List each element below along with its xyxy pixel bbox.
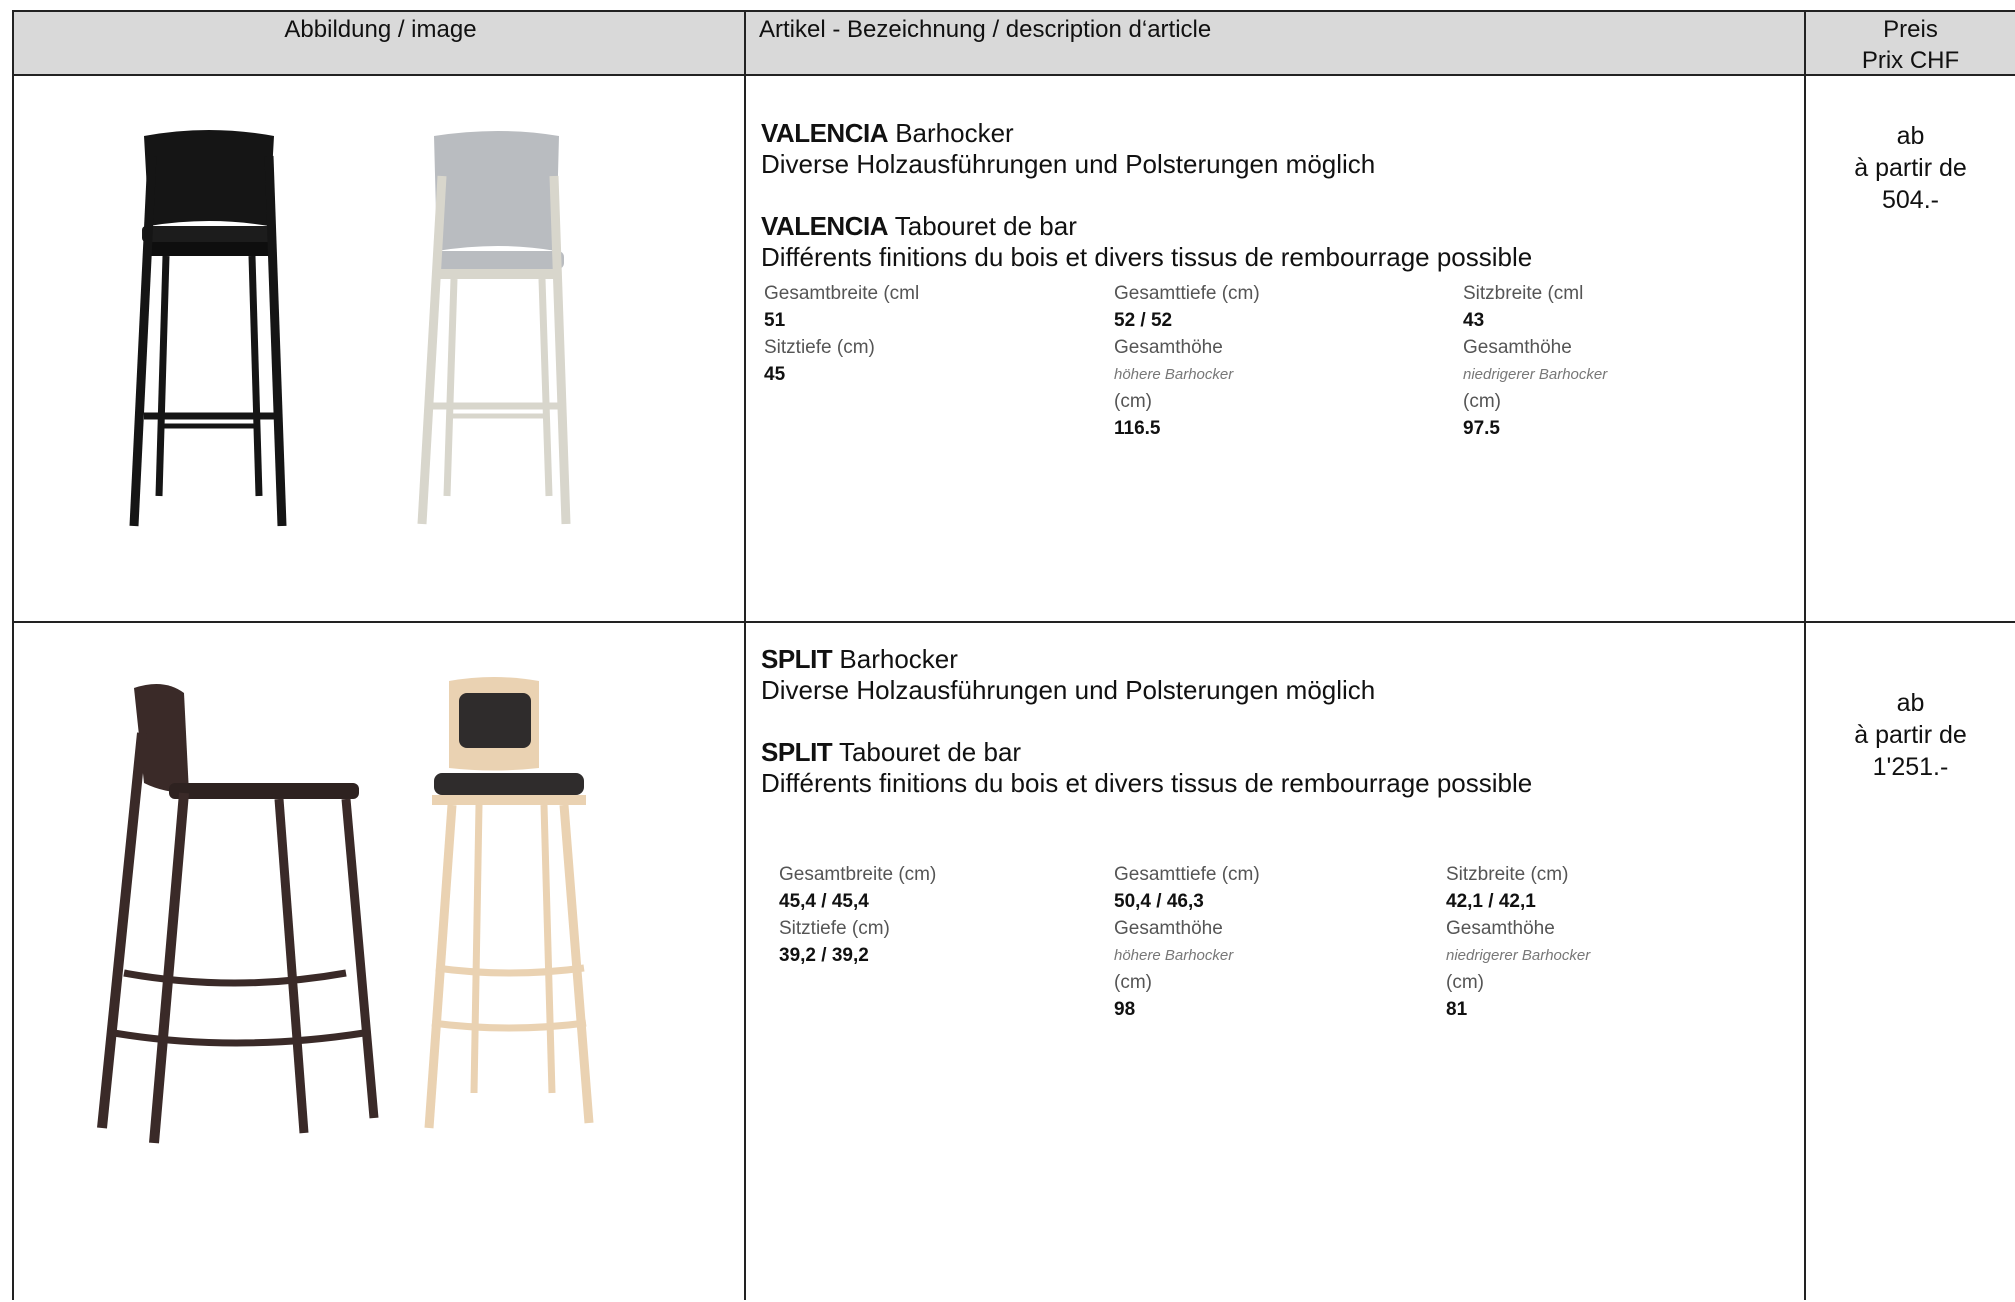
text-de: Diverse Holzausführungen und Polsterunge… <box>761 149 1376 179</box>
product-type-de: Barhocker <box>839 644 958 674</box>
price-table: Abbildung / image Artikel - Bezeichnung … <box>12 10 2015 1300</box>
title-fr: VALENCIA Tabouret de bar <box>761 211 1532 242</box>
spec-sub: höhere Barhocker <box>1114 366 1234 383</box>
text-de: Diverse Holzausführungen und Polsterunge… <box>761 675 1376 705</box>
spec-col-1: Gesamtbreite (cm) 45,4 / 45,4 Sitztiefe … <box>779 861 936 969</box>
spec-sub: höhere Barhocker <box>1114 947 1234 964</box>
price-prefix-fr: à partir de <box>1854 154 1967 182</box>
spec-col-3: Sitzbreite (cml 43 Gesamthöhe niedrigere… <box>1463 280 1607 442</box>
spec-value: 45 <box>764 364 786 385</box>
spec-value: 81 <box>1446 999 1468 1020</box>
valencia-light-stool <box>417 131 571 525</box>
title-de: SPLIT Barhocker <box>761 644 1532 675</box>
table-row: SPLIT Barhocker Diverse Holzausführungen… <box>14 623 2015 1302</box>
product-type-fr: Tabouret de bar <box>838 737 1022 767</box>
header-image: Abbildung / image <box>284 16 477 43</box>
split-dark-stool <box>97 684 379 1144</box>
product-type-de: Barhocker <box>895 118 1014 148</box>
spec-col-2: Gesamttiefe (cm) 50,4 / 46,3 Gesamthöhe … <box>1114 861 1260 1023</box>
product-description-split: SPLIT Barhocker Diverse Holzausführungen… <box>761 644 1532 799</box>
spec-label: Gesamtbreite (cml <box>764 283 920 304</box>
spec-value: 116.5 <box>1114 418 1161 439</box>
spec-label: Gesamthöhe <box>1446 918 1555 939</box>
spec-label: Sitzbreite (cml <box>1463 283 1584 304</box>
spec-value: 52 / 52 <box>1114 310 1173 331</box>
title-fr: SPLIT Tabouret de bar <box>761 737 1532 768</box>
product-type-fr: Tabouret de bar <box>894 211 1077 241</box>
title-de: VALENCIA Barhocker <box>761 118 1532 149</box>
header-description: Artikel - Bezeichnung / description d‘ar… <box>759 16 1212 43</box>
table-header: Abbildung / image Artikel - Bezeichnung … <box>14 12 2015 75</box>
price-prefix-fr: à partir de <box>1854 721 1967 749</box>
valencia-black-stool <box>129 130 287 527</box>
spec-label: Gesamttiefe (cm) <box>1114 864 1260 885</box>
header-price-line2: Prix CHF <box>1861 47 1960 74</box>
spec-sub: niedrigerer Barhocker <box>1463 366 1608 383</box>
spec-unit: (cm) <box>1114 972 1152 993</box>
spec-value: 50,4 / 46,3 <box>1114 891 1204 912</box>
spec-label: Gesamttiefe (cm) <box>1114 283 1260 304</box>
spec-value: 39,2 / 39,2 <box>779 945 869 966</box>
product-name: SPLIT <box>761 737 833 767</box>
price-value: 1'251.- <box>1872 753 1949 781</box>
spec-col-1: Gesamtbreite (cml 51 Sitztiefe (cm) 45 <box>764 280 919 388</box>
spec-unit: (cm) <box>1463 391 1501 412</box>
spec-label: Gesamtbreite (cm) <box>779 864 937 885</box>
product-photo-valencia <box>129 130 571 527</box>
product-name: SPLIT <box>761 644 833 674</box>
spec-value: 51 <box>764 310 786 331</box>
table-row: VALENCIA Barhocker Diverse Holzausführun… <box>14 76 2015 621</box>
product-name: VALENCIA <box>761 118 888 148</box>
header-price: Preis Prix CHF <box>1804 12 2015 76</box>
spec-unit: (cm) <box>1446 972 1484 993</box>
spec-value: 45,4 / 45,4 <box>779 891 869 912</box>
price-valencia: ab à partir de 504.- <box>1804 120 2015 216</box>
spec-label: Sitztiefe (cm) <box>779 918 890 939</box>
product-name: VALENCIA <box>761 211 888 241</box>
spec-label: Sitztiefe (cm) <box>764 337 875 358</box>
spec-label: Gesamthöhe <box>1114 918 1223 939</box>
price-prefix-de: ab <box>1896 689 1925 717</box>
spec-value: 42,1 / 42,1 <box>1446 891 1536 912</box>
spec-value: 98 <box>1114 999 1136 1020</box>
header-price-line1: Preis <box>1883 16 1938 43</box>
spec-unit: (cm) <box>1114 391 1152 412</box>
split-light-stool <box>424 677 594 1129</box>
product-photo-split <box>97 677 594 1144</box>
spec-col-2: Gesamttiefe (cm) 52 / 52 Gesamthöhe höhe… <box>1114 280 1260 442</box>
spec-label: Gesamthöhe <box>1114 337 1223 358</box>
price-split: ab à partir de 1'251.- <box>1804 687 2015 783</box>
price-prefix-de: ab <box>1896 122 1925 150</box>
spec-col-3: Sitzbreite (cm) 42,1 / 42,1 Gesamthöhe n… <box>1446 861 1590 1023</box>
text-fr: Différents finitions du bois et divers t… <box>761 242 1533 272</box>
product-description-valencia: VALENCIA Barhocker Diverse Holzausführun… <box>761 118 1532 273</box>
spec-value: 97.5 <box>1463 418 1500 439</box>
spec-label: Gesamthöhe <box>1463 337 1572 358</box>
spec-sub: niedrigerer Barhocker <box>1446 947 1591 964</box>
spec-label: Sitzbreite (cm) <box>1446 864 1569 885</box>
spec-value: 43 <box>1463 310 1485 331</box>
price-value: 504.- <box>1882 186 1939 214</box>
text-fr: Différents finitions du bois et divers t… <box>761 768 1533 798</box>
